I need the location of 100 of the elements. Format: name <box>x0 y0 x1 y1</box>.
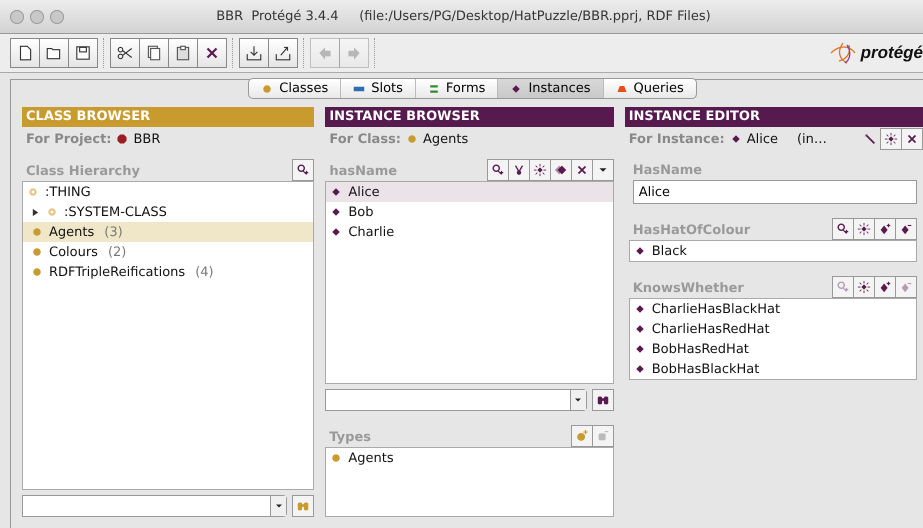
class-name: Agents <box>49 224 94 240</box>
tray-arrow-out-icon <box>274 44 292 62</box>
value-item[interactable]: CharlieHasBlackHat <box>630 299 916 319</box>
instance-item[interactable]: Charlie <box>326 222 613 242</box>
for-label: For Instance: <box>628 132 725 146</box>
value-item[interactable]: CharlieHasRedHat <box>630 319 916 339</box>
selected-name: BBR <box>133 132 160 146</box>
search-combo-field[interactable] <box>22 495 288 517</box>
slot-label: KnowsWhether <box>632 281 744 298</box>
instance-item[interactable]: Alice <box>326 182 613 202</box>
diamond-minus-icon <box>899 280 913 294</box>
tray-arrow-out-button[interactable] <box>268 38 298 68</box>
burst-icon <box>532 163 547 177</box>
class-name: Agents <box>348 450 394 466</box>
circle-plus-button[interactable] <box>570 425 593 447</box>
diamonds-button[interactable] <box>550 159 572 181</box>
scissors-icon <box>116 44 134 62</box>
slot-label: HasHatOfColour <box>632 223 750 240</box>
dropdown-button[interactable] <box>570 390 586 410</box>
document-button[interactable] <box>10 38 40 68</box>
diamond-icon <box>634 343 646 355</box>
instance-count: (4) <box>195 264 214 280</box>
burst-button[interactable] <box>853 218 875 240</box>
instance-type-label: (in… <box>796 132 827 146</box>
clipboard-button[interactable] <box>168 38 198 68</box>
burst-icon <box>857 280 871 294</box>
close-button[interactable] <box>570 159 593 181</box>
dot-icon <box>31 226 43 238</box>
tab[interactable]: Queries <box>604 79 696 98</box>
selected-name: Alice <box>746 132 778 146</box>
tree-item[interactable]: :SYSTEM-CLASS <box>23 202 314 222</box>
for-label: For Class: <box>329 132 402 146</box>
class-name: Colours <box>49 244 98 260</box>
tree-item[interactable]: RDFTripleReifications (4) <box>23 262 314 282</box>
tab[interactable]: Slots <box>341 79 416 98</box>
diamond-icon <box>634 245 646 257</box>
dropdown-button[interactable] <box>270 496 286 516</box>
find-icon <box>836 280 850 294</box>
copy-button[interactable] <box>139 38 169 68</box>
tree-item[interactable]: :THING <box>23 182 314 202</box>
find-icon <box>490 163 505 177</box>
find-icon <box>836 222 850 236</box>
for-label: For Project: <box>26 132 112 146</box>
diamond-icon <box>634 363 646 375</box>
dot-icon <box>330 452 342 464</box>
panel-header: INSTANCE BROWSER <box>325 107 614 127</box>
instance-name: CharlieHasRedHat <box>652 322 770 336</box>
close-button[interactable] <box>901 128 923 150</box>
close-button[interactable] <box>197 38 227 68</box>
diamonds-icon <box>554 163 568 177</box>
dot-icon <box>31 246 43 258</box>
expand-arrow-icon[interactable] <box>31 208 40 216</box>
find-button[interactable] <box>486 159 509 181</box>
diamond-minus-icon <box>899 222 913 236</box>
find-class-button[interactable] <box>292 159 314 181</box>
diamond-icon <box>634 303 646 315</box>
tree-item[interactable]: Colours (2) <box>23 242 314 262</box>
diamond-icon <box>330 186 342 198</box>
section-label: Types <box>328 430 372 447</box>
diamond-plus-button[interactable] <box>874 276 896 298</box>
diamond-plus-icon <box>878 222 892 236</box>
scissors-button[interactable] <box>110 38 140 68</box>
dot-icon <box>261 82 274 94</box>
burst-icon <box>857 222 871 236</box>
instance-count: (2) <box>108 244 126 260</box>
selected-name: Agents <box>423 132 468 146</box>
tray-arrow-in-icon <box>245 44 263 62</box>
burst-button[interactable] <box>880 128 902 150</box>
caret-button[interactable] <box>592 159 614 181</box>
value-item[interactable]: BobHasRedHat <box>630 339 916 359</box>
logo-text: protégé <box>860 43 923 63</box>
find-button[interactable] <box>592 389 614 411</box>
ring-icon <box>46 206 58 218</box>
instance-name: Charlie <box>348 224 394 240</box>
burst-button[interactable] <box>528 159 551 181</box>
type-item[interactable]: Agents <box>326 448 613 468</box>
diamond-icon <box>634 323 646 335</box>
floppy-disk-button[interactable] <box>68 38 98 68</box>
instance-name: Bob <box>348 204 374 220</box>
value-item[interactable]: BobHasBlackHat <box>630 359 916 379</box>
tab[interactable]: Classes <box>249 79 342 98</box>
section-label: hasName <box>328 164 398 181</box>
dot-icon <box>406 133 418 145</box>
diamond-plus-button[interactable] <box>874 218 896 240</box>
instance-name: CharlieHasBlackHat <box>652 302 780 316</box>
diamond-minus-button[interactable] <box>895 218 917 240</box>
tray-arrow-in-button[interactable] <box>239 38 269 68</box>
burst-button[interactable] <box>853 276 875 298</box>
folder-button[interactable] <box>39 38 69 68</box>
find-button[interactable] <box>832 218 854 240</box>
value-item[interactable]: Black <box>630 241 916 261</box>
tree-item[interactable]: Agents (3) <box>23 222 314 242</box>
text-field[interactable]: Alice <box>632 180 917 204</box>
class-name: :SYSTEM-CLASS <box>64 204 167 220</box>
dot-icon <box>31 266 43 278</box>
branch-button[interactable] <box>508 159 530 181</box>
search-combo-field[interactable] <box>325 389 587 411</box>
copy-icon <box>145 44 163 62</box>
tab[interactable]: Instances <box>498 79 604 98</box>
instance-item[interactable]: Bob <box>326 202 613 222</box>
